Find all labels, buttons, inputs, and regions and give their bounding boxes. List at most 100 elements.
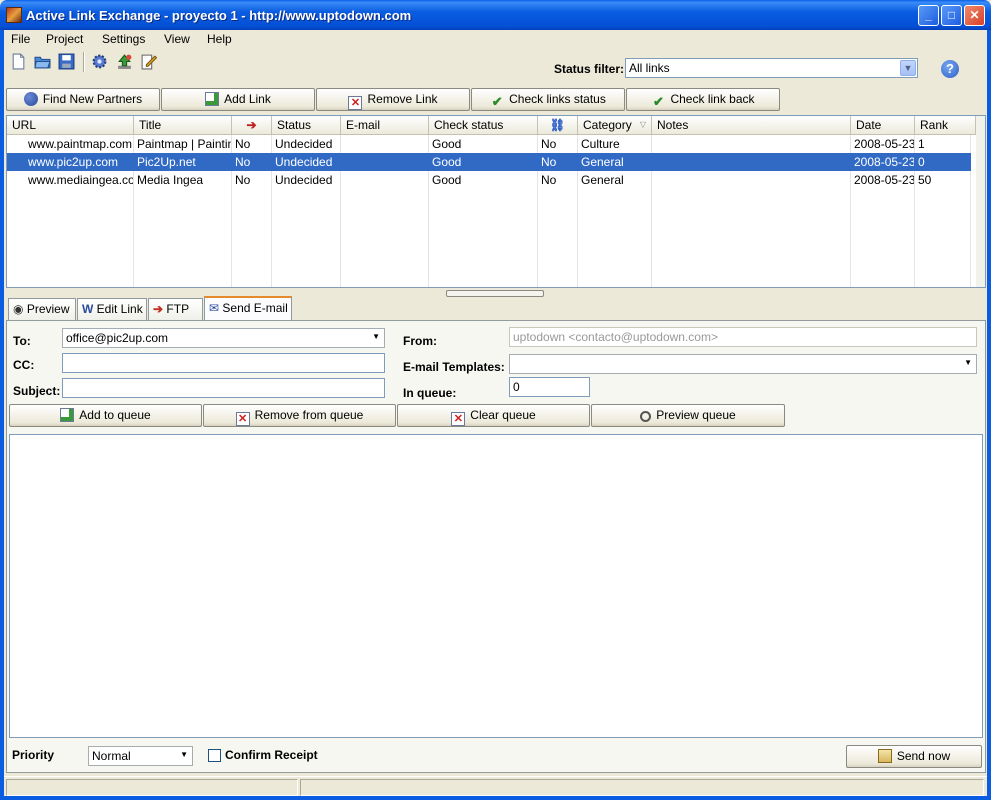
cc-field[interactable] bbox=[62, 353, 385, 373]
window-title: Active Link Exchange - proyecto 1 - http… bbox=[26, 8, 412, 23]
tab-edit-link[interactable]: W Edit Link bbox=[77, 298, 147, 320]
tab-preview[interactable]: ◉ Preview bbox=[8, 298, 76, 320]
menu-file[interactable]: File bbox=[11, 32, 30, 46]
menu-view[interactable]: View bbox=[164, 32, 190, 46]
remove-from-queue-label: Remove from queue bbox=[254, 408, 364, 422]
preview-queue-button[interactable]: Preview queue bbox=[591, 404, 785, 427]
cell-rank: 50 bbox=[918, 173, 932, 187]
remove-from-queue-button[interactable]: ✕ Remove from queue bbox=[203, 404, 396, 427]
envelope-icon: ✉ bbox=[209, 301, 220, 315]
column-header-url[interactable]: URL bbox=[7, 116, 134, 135]
new-file-icon[interactable] bbox=[10, 53, 27, 70]
links-table[interactable]: URL Title ➔ Status E-mail Check status ⛓… bbox=[6, 115, 986, 288]
help-icon[interactable]: ? bbox=[941, 60, 959, 78]
cell-url: www.paintmap.com bbox=[28, 137, 133, 151]
cell-status: Undecided bbox=[275, 155, 333, 169]
cell-notes bbox=[652, 135, 850, 153]
check-status-button[interactable]: ✔ Check links status bbox=[471, 88, 625, 111]
cell-category: General bbox=[581, 155, 624, 169]
confirm-receipt-checkbox[interactable] bbox=[208, 749, 221, 762]
close-button[interactable]: ✕ bbox=[964, 5, 985, 26]
send-now-button[interactable]: Send now bbox=[846, 745, 982, 768]
clear-queue-button[interactable]: ✕ Clear queue bbox=[397, 404, 590, 427]
cell-title: Paintmap | Paintin... bbox=[137, 137, 231, 151]
cell-title: Pic2Up.net bbox=[137, 155, 196, 169]
chevron-down-icon[interactable]: ▼ bbox=[964, 358, 972, 367]
cell-link-back: No bbox=[541, 155, 557, 169]
menu-project[interactable]: Project bbox=[46, 32, 83, 46]
tab-send-email[interactable]: ✉ Send E-mail bbox=[204, 296, 292, 321]
column-header-date[interactable]: Date bbox=[851, 116, 915, 135]
column-header-rank[interactable]: Rank bbox=[915, 116, 976, 135]
chevron-down-icon[interactable]: ▼ bbox=[900, 60, 916, 76]
remove-queue-icon: ✕ bbox=[235, 412, 250, 426]
link-back-icon: ⛓ bbox=[549, 118, 566, 132]
templates-label: E-mail Templates: bbox=[403, 360, 505, 374]
find-partners-button[interactable]: Find New Partners bbox=[6, 88, 160, 111]
table-row-selected[interactable]: www.pic2up.com Pic2Up.net No Undecided G… bbox=[7, 153, 971, 171]
cell-reciprocal: No bbox=[235, 155, 251, 169]
status-pane-2 bbox=[300, 779, 984, 796]
column-header-status[interactable]: Status bbox=[272, 116, 341, 135]
window-frame-bottom bbox=[0, 796, 991, 800]
tab-send-email-label: Send E-mail bbox=[222, 301, 288, 315]
in-queue-field[interactable]: 0 bbox=[509, 377, 590, 397]
column-header-email[interactable]: E-mail bbox=[341, 116, 429, 135]
upload-icon[interactable] bbox=[116, 53, 133, 70]
in-queue-label: In queue: bbox=[403, 386, 457, 400]
maximize-button[interactable]: □ bbox=[941, 5, 962, 26]
tab-ftp[interactable]: ➔ FTP bbox=[148, 298, 203, 320]
cell-email bbox=[341, 171, 428, 189]
priority-select[interactable]: Normal ▼ bbox=[88, 746, 193, 766]
check-back-button[interactable]: ✔ Check link back bbox=[626, 88, 780, 111]
tab-ftp-label: FTP bbox=[166, 302, 190, 316]
column-header-check-status[interactable]: Check status bbox=[429, 116, 538, 135]
save-disk-icon[interactable] bbox=[58, 53, 75, 70]
remove-link-button[interactable]: ✕ Remove Link bbox=[316, 88, 470, 111]
subject-field[interactable] bbox=[62, 378, 385, 398]
add-link-button[interactable]: Add Link bbox=[161, 88, 315, 111]
check-status-label: Check links status bbox=[509, 92, 606, 106]
panel-splitter-handle[interactable] bbox=[446, 290, 544, 297]
column-header-category[interactable]: Category ▽ bbox=[578, 116, 652, 135]
menu-help[interactable]: Help bbox=[207, 32, 232, 46]
cell-title: Media Ingea bbox=[137, 173, 204, 187]
chevron-down-icon[interactable]: ▼ bbox=[372, 332, 380, 341]
column-header-notes[interactable]: Notes bbox=[652, 116, 851, 135]
subject-label: Subject: bbox=[13, 384, 61, 398]
add-to-queue-button[interactable]: Add to queue bbox=[9, 404, 202, 427]
table-row[interactable]: www.mediaingea.com Media Ingea No Undeci… bbox=[7, 171, 971, 189]
cell-email bbox=[341, 135, 428, 153]
window-frame-right bbox=[987, 30, 991, 800]
open-folder-icon[interactable] bbox=[34, 53, 51, 70]
minimize-button[interactable]: _ bbox=[918, 5, 939, 26]
cell-url: www.mediaingea.com bbox=[28, 173, 133, 187]
arrow-link-icon: ➔ bbox=[246, 118, 257, 132]
cell-notes bbox=[652, 171, 850, 189]
toolbar-separator bbox=[83, 52, 85, 72]
status-filter-select[interactable]: All links ▼ bbox=[625, 58, 918, 78]
status-pane-1 bbox=[6, 779, 298, 796]
app-icon bbox=[6, 7, 22, 23]
cell-check-status: Good bbox=[432, 137, 462, 151]
clear-queue-icon: ✕ bbox=[451, 412, 466, 426]
tab-edit-link-label: Edit Link bbox=[96, 302, 143, 316]
chevron-down-icon[interactable]: ▼ bbox=[180, 750, 188, 759]
to-select[interactable]: office@pic2up.com ▼ bbox=[62, 328, 385, 348]
settings-gear-icon[interactable] bbox=[91, 53, 108, 70]
table-row[interactable]: www.paintmap.com Paintmap | Paintin... N… bbox=[7, 135, 971, 153]
templates-select[interactable]: ▼ bbox=[509, 354, 977, 374]
column-header-link-back[interactable]: ⛓ bbox=[538, 116, 578, 135]
column-header-title[interactable]: Title bbox=[134, 116, 232, 135]
menu-settings[interactable]: Settings bbox=[102, 32, 145, 46]
cell-check-status: Good bbox=[432, 173, 462, 187]
email-body-textarea[interactable] bbox=[9, 434, 983, 738]
edit-document-icon[interactable] bbox=[140, 53, 157, 70]
cell-email bbox=[341, 153, 428, 171]
column-header-reciprocal[interactable]: ➔ bbox=[232, 116, 272, 135]
cell-category: Culture bbox=[581, 137, 620, 151]
cell-reciprocal: No bbox=[235, 173, 251, 187]
sort-desc-icon: ▽ bbox=[639, 120, 646, 129]
table-scrollbar[interactable] bbox=[976, 116, 985, 287]
send-now-label: Send now bbox=[896, 749, 951, 763]
